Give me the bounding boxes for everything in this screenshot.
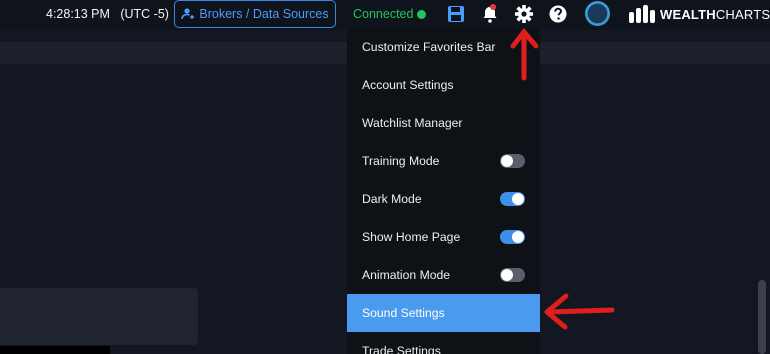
person-link-icon [181, 8, 195, 20]
toggle-knob [501, 269, 513, 281]
menu-item-label: Training Mode [362, 154, 440, 168]
menu-item-sound-settings[interactable]: Sound Settings [347, 294, 540, 332]
show-home-page-toggle[interactable] [500, 230, 525, 244]
menu-item-trade-settings[interactable]: Trade Settings [347, 332, 540, 354]
wealthcharts-logo: WEALTHCHARTS [628, 4, 770, 24]
menu-item-animation-mode[interactable]: Animation Mode [347, 256, 540, 294]
notifications-button[interactable] [480, 4, 500, 24]
training-mode-toggle[interactable] [500, 154, 525, 168]
toggle-knob [512, 193, 524, 205]
menu-item-show-home-page[interactable]: Show Home Page [347, 218, 540, 256]
side-panel-card [0, 288, 198, 345]
settings-menu: Customize Favorites Bar Account Settings… [347, 28, 540, 354]
menu-item-training-mode[interactable]: Training Mode [347, 142, 540, 180]
menu-item-label: Trade Settings [362, 344, 441, 354]
menu-item-account-settings[interactable]: Account Settings [347, 66, 540, 104]
dark-mode-toggle[interactable] [500, 192, 525, 206]
menu-item-label: Account Settings [362, 78, 454, 92]
notification-badge [490, 4, 496, 10]
clock-time: 4:28:13 PM [46, 7, 110, 21]
top-toolbar: 4:28:13 PM (UTC -5) Brokers / Data Sourc… [0, 0, 770, 30]
menu-item-watchlist-manager[interactable]: Watchlist Manager [347, 104, 540, 142]
brokers-data-sources-button[interactable]: Brokers / Data Sources [174, 0, 336, 28]
clock-timezone: (UTC -5) [120, 7, 169, 21]
status-dot-icon [417, 9, 427, 19]
menu-item-label: Show Home Page [362, 230, 461, 244]
clock: 4:28:13 PM (UTC -5) [46, 7, 169, 21]
gear-icon[interactable] [514, 4, 534, 24]
panel-footer [0, 346, 110, 354]
menu-item-label: Animation Mode [362, 268, 451, 282]
avatar[interactable] [585, 1, 610, 26]
wealthcharts-logo-icon [629, 5, 655, 23]
menu-item-label: Watchlist Manager [362, 116, 463, 130]
logo-text-bold: WEALTH [660, 6, 716, 22]
help-icon[interactable] [548, 4, 568, 24]
brokers-button-label: Brokers / Data Sources [199, 7, 329, 21]
menu-item-customize-favorites-bar[interactable]: Customize Favorites Bar [347, 28, 540, 66]
toggle-knob [501, 155, 513, 167]
menu-item-label: Sound Settings [362, 306, 445, 320]
logo-text-light: CHARTS [715, 6, 770, 22]
toggle-knob [512, 231, 524, 243]
menu-item-label: Dark Mode [362, 192, 422, 206]
connection-status-label: Connected [353, 7, 414, 21]
menu-item-dark-mode[interactable]: Dark Mode [347, 180, 540, 218]
save-icon[interactable] [446, 4, 466, 24]
connection-status: Connected [353, 7, 427, 21]
menu-item-label: Customize Favorites Bar [362, 40, 496, 54]
scrollbar[interactable] [758, 280, 766, 354]
animation-mode-toggle[interactable] [500, 268, 525, 282]
